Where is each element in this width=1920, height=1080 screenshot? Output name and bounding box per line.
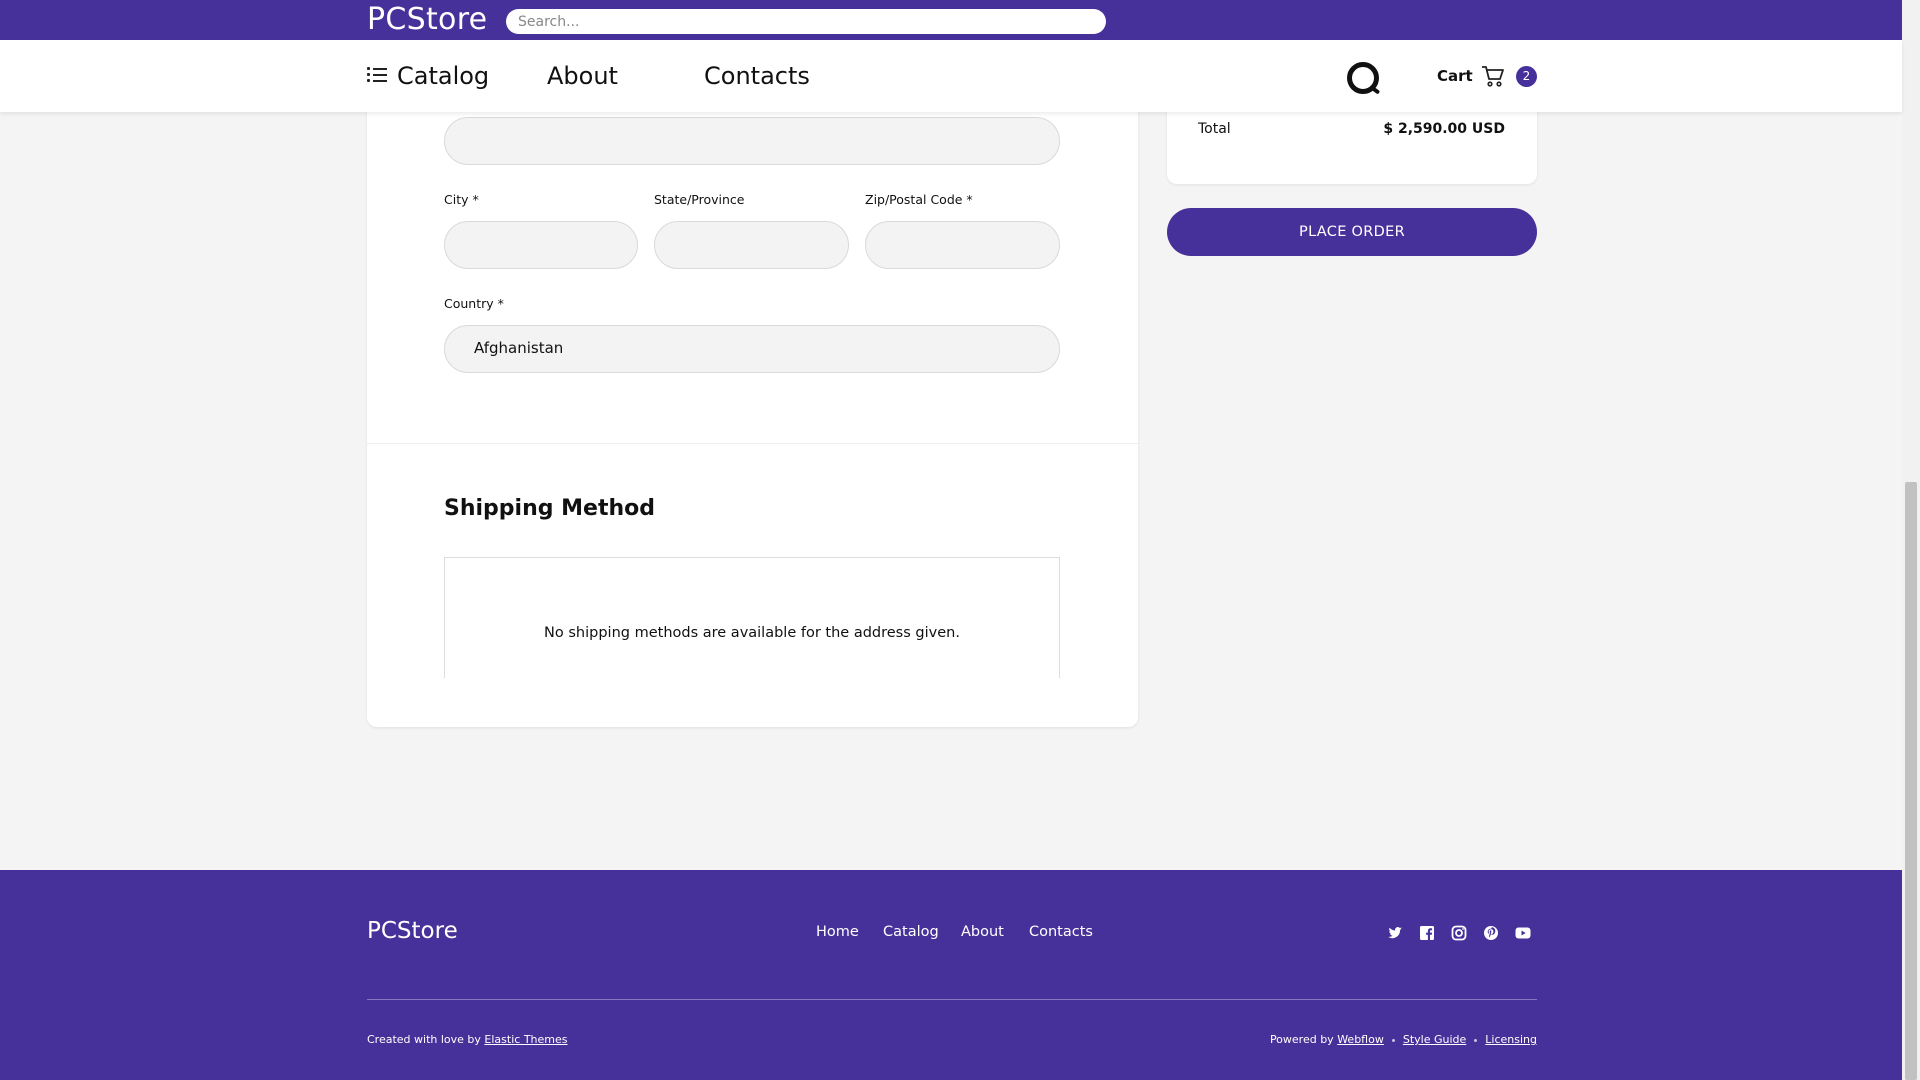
webflow-link[interactable]: Webflow (1337, 1033, 1384, 1046)
shipping-empty-message: No shipping methods are available for th… (544, 625, 960, 641)
scrollbar-thumb[interactable] (1905, 482, 1917, 1080)
address-line-field[interactable] (444, 117, 1060, 165)
nav-catalog-label: Catalog (397, 62, 490, 90)
licensing-link[interactable]: Licensing (1485, 1033, 1537, 1046)
twitter-icon[interactable] (1387, 925, 1403, 941)
city-field[interactable] (444, 221, 638, 269)
footer-link-contacts[interactable]: Contacts (1029, 924, 1093, 940)
zip-label: Zip/Postal Code * (865, 192, 973, 207)
country-value: Afghanistan (474, 339, 564, 357)
credit-prefix: Created with love by (367, 1033, 481, 1046)
footer: PCStore Home Catalog About Contacts Crea… (0, 870, 1902, 1080)
nav-catalog[interactable]: Catalog (367, 40, 489, 112)
footer-divider (367, 999, 1537, 1000)
top-bar: PCStore (0, 0, 1902, 40)
nav-contacts[interactable]: Contacts (704, 40, 810, 112)
style-guide-link[interactable]: Style Guide (1403, 1033, 1466, 1046)
cart-count-badge: 2 (1516, 66, 1537, 87)
footer-link-catalog[interactable]: Catalog (883, 924, 939, 940)
site-logo[interactable]: PCStore (367, 0, 487, 40)
footer-logo[interactable]: PCStore (367, 918, 458, 944)
cart-icon[interactable] (1481, 64, 1505, 88)
facebook-icon[interactable] (1419, 925, 1435, 941)
list-icon (367, 67, 389, 83)
elastic-themes-link[interactable]: Elastic Themes (484, 1033, 567, 1046)
search-input[interactable] (506, 9, 1106, 34)
pinterest-icon[interactable] (1483, 925, 1499, 941)
youtube-icon[interactable] (1515, 925, 1531, 941)
zip-field[interactable] (865, 221, 1060, 269)
instagram-icon[interactable] (1451, 925, 1467, 941)
place-order-button[interactable]: PLACE ORDER (1167, 208, 1537, 256)
section-divider (367, 443, 1138, 444)
country-label: Country * (444, 296, 504, 311)
shipping-methods-box: No shipping methods are available for th… (444, 557, 1060, 678)
state-field[interactable] (654, 221, 849, 269)
country-select[interactable]: Afghanistan (444, 325, 1060, 373)
footer-link-about[interactable]: About (961, 924, 1004, 940)
footer-link-home[interactable]: Home (816, 924, 859, 940)
footer-credit: Created with love by Elastic Themes (367, 1033, 568, 1046)
city-label: City * (444, 192, 479, 207)
page-scrollbar[interactable] (1902, 0, 1920, 1080)
state-label: State/Province (654, 192, 745, 207)
separator-dot (1391, 1038, 1395, 1042)
search-icon[interactable] (1347, 62, 1379, 94)
footer-powered: Powered by Webflow Style Guide Licensing (1270, 1033, 1537, 1046)
separator-dot (1474, 1038, 1478, 1042)
total-label: Total (1198, 121, 1231, 137)
shipping-method-title: Shipping Method (444, 496, 656, 521)
cart-link[interactable]: Cart (1437, 40, 1473, 112)
nav-about[interactable]: About (547, 40, 618, 112)
nav-bar: Catalog About Contacts Cart 2 (0, 40, 1902, 112)
powered-prefix: Powered by (1269, 1033, 1334, 1046)
total-value: $ 2,590.00 USD (1383, 121, 1505, 137)
